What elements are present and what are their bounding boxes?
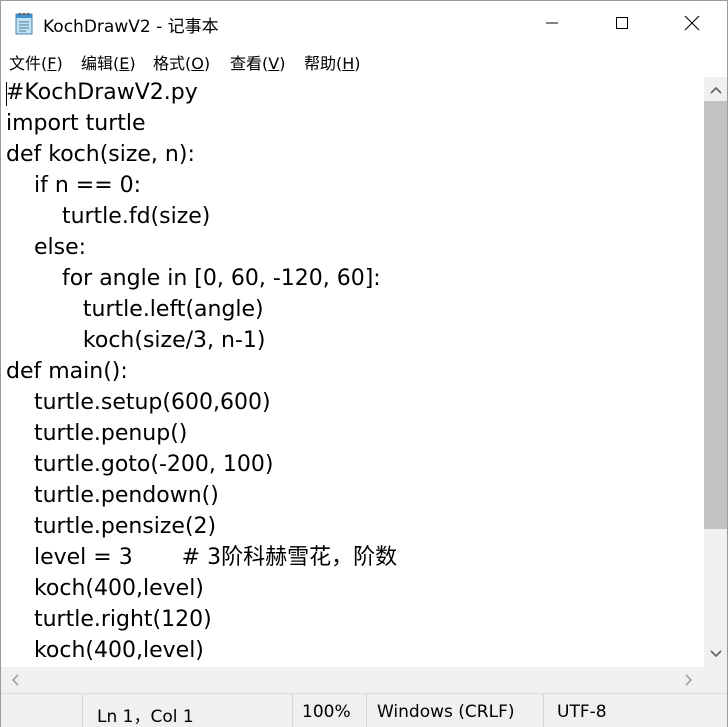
code-line: for angle in [0, 60, -120, 60]: <box>6 266 381 291</box>
status-encoding: UTF-8 <box>557 702 607 722</box>
code-line: if n == 0: <box>6 173 142 198</box>
scroll-up-button[interactable] <box>704 79 727 101</box>
code-line: koch(400,level) <box>6 576 204 601</box>
menu-format[interactable]: 格式(O) <box>153 50 210 74</box>
code-line: turtle.setup(600,600) <box>6 390 271 415</box>
chevron-left-icon <box>11 674 19 686</box>
code-line: turtle.pendown() <box>6 483 219 508</box>
status-divider <box>543 694 544 727</box>
chevron-right-icon <box>684 674 692 686</box>
code-line: turtle.pensize(2) <box>6 514 217 539</box>
maximize-icon <box>616 17 628 29</box>
status-divider <box>82 694 83 727</box>
minimize-button[interactable] <box>529 1 575 45</box>
scroll-left-button[interactable] <box>3 669 26 691</box>
status-line-ending: Windows (CRLF) <box>377 702 515 722</box>
text-caret <box>6 82 7 106</box>
code-line: level = 3 # 3阶科赫雪花，阶数 <box>6 545 398 570</box>
close-icon <box>684 15 700 31</box>
code-line: def koch(size, n): <box>6 142 195 167</box>
code-line: turtle.left(angle) <box>6 297 264 322</box>
code-line: import turtle <box>6 111 146 136</box>
minimize-icon <box>546 22 558 24</box>
code-line: koch(400,level) <box>6 638 204 663</box>
scroll-down-button[interactable] <box>704 643 727 665</box>
status-zoom: 100% <box>302 702 351 722</box>
status-divider <box>366 694 367 727</box>
code-line: else: <box>6 235 87 260</box>
menu-file[interactable]: 文件(F) <box>9 50 63 74</box>
menu-view[interactable]: 查看(V) <box>230 50 285 74</box>
status-divider <box>292 694 293 727</box>
close-button[interactable] <box>669 1 715 45</box>
code-line: turtle.goto(-200, 100) <box>6 452 274 477</box>
menu-edit[interactable]: 编辑(E) <box>81 50 136 74</box>
menu-help[interactable]: 帮助(H) <box>304 50 361 74</box>
notepad-window: KochDrawV2 - 记事本 文件(F) 编辑(E) 格式(O) 查看(V)… <box>0 0 728 727</box>
code-line: turtle.fd(size) <box>6 204 211 229</box>
status-bar: Ln 1，Col 1 100% Windows (CRLF) UTF-8 <box>1 693 727 727</box>
code-line: koch(size/3, n-1) <box>6 328 266 353</box>
vertical-scroll-thumb[interactable] <box>704 101 727 529</box>
chevron-down-icon <box>709 650 722 658</box>
code-line: turtle.penup() <box>6 421 188 446</box>
scrollbar-corner <box>704 667 727 693</box>
chevron-up-icon <box>709 86 722 94</box>
status-cursor-position: Ln 1，Col 1 <box>97 707 194 727</box>
maximize-button[interactable] <box>599 1 645 45</box>
code-line: turtle.right(120) <box>6 607 212 632</box>
window-title: KochDrawV2 - 记事本 <box>43 17 219 37</box>
scroll-right-button[interactable] <box>677 669 700 691</box>
menu-bar: 文件(F) 编辑(E) 格式(O) 查看(V) 帮助(H) <box>1 45 727 75</box>
code-line: def main(): <box>6 359 128 384</box>
notepad-icon <box>13 11 35 35</box>
code-line: #KochDrawV2.py <box>6 80 198 105</box>
title-bar[interactable]: KochDrawV2 - 记事本 <box>1 1 727 45</box>
text-editor[interactable]: #KochDrawV2.py import turtle def koch(si… <box>1 77 704 667</box>
horizontal-scrollbar[interactable] <box>1 667 704 693</box>
